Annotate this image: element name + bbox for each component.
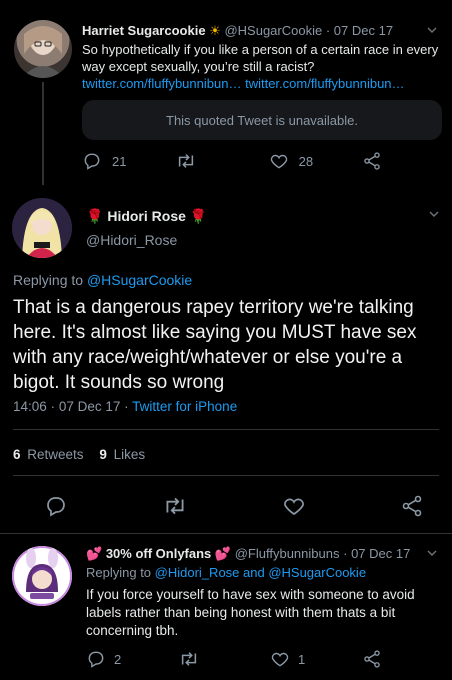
tweet-date[interactable]: 07 Dec 17	[351, 546, 410, 561]
avatar-harriet-image	[22, 26, 64, 78]
user-handle[interactable]: @Fluffybunnibuns	[235, 546, 340, 561]
likes-stat[interactable]: 9 Likes	[99, 447, 145, 462]
quoted-tweet-box: This quoted Tweet is unavailable.	[82, 100, 442, 140]
tweet-actions: 2 1	[86, 649, 386, 669]
tweet-date[interactable]: 07 Dec 17	[334, 23, 393, 38]
reply-icon	[84, 153, 100, 170]
tweet-actions: 21 28	[82, 151, 382, 171]
display-name[interactable]: Hidori Rose	[107, 208, 186, 224]
replying-to-label: Replying to	[13, 272, 84, 288]
retweet-icon	[181, 652, 197, 666]
tweet-link-2[interactable]: twitter.com/fluffybunnibun…	[245, 76, 404, 91]
reply-count: 2	[114, 651, 122, 667]
heart-emoji-left: 💕	[86, 546, 103, 561]
like-icon	[271, 652, 289, 667]
replying-to-label: Replying to	[86, 565, 152, 580]
reply-icon	[47, 497, 65, 517]
avatar-hidori[interactable]	[12, 198, 72, 258]
retweets-stat[interactable]: 6 Retweets	[13, 447, 87, 462]
reply-button[interactable]: 2	[86, 649, 178, 669]
tweet-harriet[interactable]: Harriet Sugarcookie ☀ @HSugarCookie · 07…	[0, 0, 452, 185]
replying-to-handle[interactable]: @HSugarCookie	[87, 272, 192, 288]
avatar-hidori-image	[12, 198, 72, 258]
share-button[interactable]	[362, 151, 382, 171]
like-button[interactable]	[282, 494, 306, 518]
retweet-button[interactable]	[162, 494, 188, 518]
user-info: 🌹 Hidori Rose 🌹 @Hidori_Rose	[86, 208, 207, 248]
chevron-down-icon[interactable]	[428, 208, 440, 220]
separator-dot: ·	[325, 23, 331, 38]
tweet-time[interactable]: 14:06	[13, 399, 47, 414]
share-icon	[364, 152, 380, 170]
user-handle[interactable]: @HSugarCookie	[224, 23, 322, 38]
retweet-button[interactable]	[175, 151, 268, 171]
avatar-fluffybunnibuns[interactable]	[12, 546, 72, 606]
retweets-label: Retweets	[27, 447, 84, 462]
reply-count: 21	[112, 153, 127, 169]
divider	[13, 429, 439, 430]
rose-emoji-right: 🌹	[189, 208, 208, 224]
tweet-header: Harriet Sugarcookie ☀ @HSugarCookie · 07…	[82, 23, 393, 39]
tweet-text: If you force yourself to have sex with s…	[86, 587, 415, 638]
display-name[interactable]: Harriet Sugarcookie	[82, 23, 206, 38]
tweet-text: So hypothetically if you like a person o…	[82, 41, 442, 92]
like-button[interactable]: 1	[270, 649, 362, 669]
share-icon	[402, 495, 422, 517]
tweet-header: 💕 30% off Onlyfans 💕 @Fluffybunnibuns · …	[86, 546, 411, 561]
replying-to-handles[interactable]: @Hidori_Rose and @HSugarCookie	[155, 565, 366, 580]
retweet-icon	[179, 154, 194, 168]
like-count: 1	[298, 651, 306, 667]
likes-label: Likes	[113, 447, 146, 462]
quoted-tweet-unavailable: This quoted Tweet is unavailable.	[166, 112, 358, 128]
avatar-fluffybunnibuns-image	[12, 546, 72, 606]
thread-line	[42, 82, 44, 185]
tweet-date[interactable]: 07 Dec 17	[59, 399, 121, 414]
tweet-fluffybunnibuns[interactable]: 💕 30% off Onlyfans 💕 @Fluffybunnibuns · …	[0, 534, 452, 680]
likes-count: 9	[99, 447, 107, 462]
tweet-hidori[interactable]: 🌹 Hidori Rose 🌹 @Hidori_Rose Replying to…	[0, 185, 452, 530]
like-count: 28	[298, 153, 314, 169]
divider	[13, 475, 439, 476]
share-button[interactable]	[362, 649, 382, 669]
heart-emoji-right: 💕	[214, 546, 232, 561]
reply-button[interactable]: 21	[82, 151, 175, 171]
sun-emoji: ☀	[209, 23, 221, 38]
reply-icon	[88, 651, 104, 668]
display-name[interactable]: 30% off Onlyfans	[106, 546, 211, 561]
like-button[interactable]: 28	[269, 151, 362, 171]
chevron-down-icon[interactable]	[426, 547, 438, 559]
tweet-actions	[44, 494, 424, 518]
like-icon	[284, 498, 304, 516]
tweet-link-1[interactable]: twitter.com/fluffybunnibun…	[82, 76, 241, 91]
replying-to: Replying to @HSugarCookie	[13, 272, 192, 288]
retweet-icon	[166, 497, 184, 515]
like-icon	[270, 154, 287, 169]
engagement-stats: 6 Retweets 9 Likes	[13, 447, 145, 462]
share-icon	[364, 650, 380, 668]
retweet-button[interactable]	[178, 649, 270, 669]
avatar-harriet[interactable]	[14, 20, 72, 78]
reply-button[interactable]	[44, 494, 68, 518]
user-handle[interactable]: @Hidori_Rose	[86, 232, 207, 248]
tweet-meta: 14:06 · 07 Dec 17 · Twitter for iPhone	[13, 399, 238, 414]
tweet-source[interactable]: Twitter for iPhone	[132, 399, 237, 414]
tweet-body: So hypothetically if you like a person o…	[82, 42, 439, 74]
retweets-count: 6	[13, 447, 21, 462]
replying-to: Replying to @Hidori_Rose and @HSugarCook…	[86, 565, 366, 580]
chevron-down-icon[interactable]	[426, 24, 438, 36]
share-button[interactable]	[400, 494, 424, 518]
tweet-text: That is a dangerous rapey territory we'r…	[13, 297, 417, 393]
rose-emoji-left: 🌹	[86, 208, 104, 224]
